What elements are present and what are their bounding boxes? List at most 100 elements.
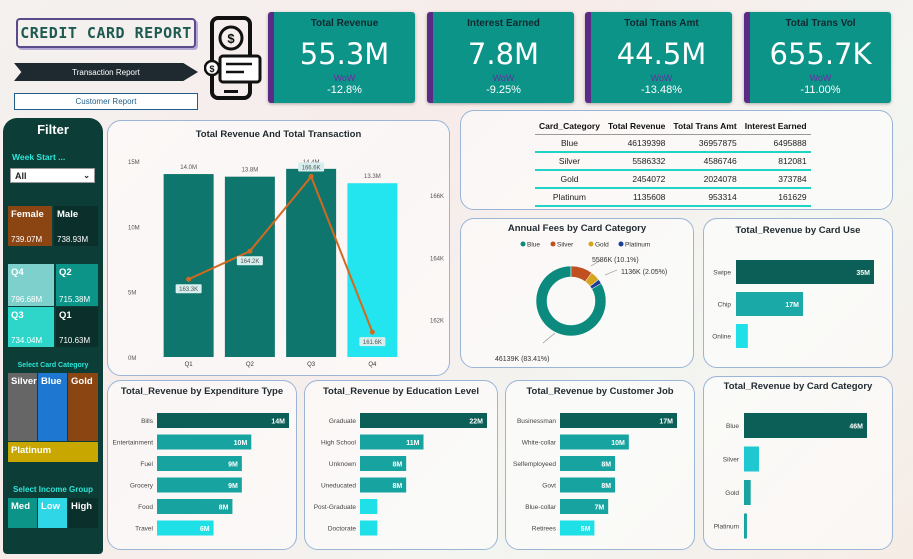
revenue-bar: [224, 176, 275, 357]
week-start-dropdown[interactable]: All ⌄: [10, 168, 95, 183]
kpi-change: -9.25%: [486, 84, 521, 96]
bar-data-label: 8M: [601, 483, 611, 490]
week-start-value: All: [15, 170, 27, 181]
bar-data-label: 8M: [601, 462, 611, 469]
card-category-chart-card: Total_Revenue by Card Category Blue 46M Si…: [703, 376, 893, 550]
category-label: Blue-collar: [525, 504, 557, 511]
income-low-tile[interactable]: Low: [38, 498, 67, 528]
category-label: Silver: [723, 457, 740, 464]
transaction-line: [188, 174, 374, 333]
category-label: Uneducated: [321, 483, 356, 490]
card-cat-silver-tile[interactable]: Silver: [8, 373, 37, 441]
bar-data-label: 10M: [611, 440, 625, 447]
category-label: Graduate: [329, 418, 356, 425]
kpi-title: Total Trans Amt: [624, 18, 699, 29]
table-cell: Silver: [535, 152, 604, 171]
x-axis-tick: Q4: [368, 362, 377, 368]
kpi-interest-earned: Interest Earned 7.8M WoW -9.25%: [427, 12, 574, 103]
bar-data-label: 22M: [469, 419, 483, 426]
right-axis-tick: 166K: [430, 194, 444, 200]
kpi-change: -12.8%: [327, 84, 362, 96]
job-chart-card: Total_Revenue by Customer Job Businessma…: [505, 380, 695, 550]
category-label: Gold: [725, 490, 739, 497]
transaction-report-button[interactable]: Transaction Report: [14, 63, 198, 81]
expenditure-chart-card: Total_Revenue by Expenditure Type Bills 1…: [107, 380, 297, 550]
transaction-point: [247, 248, 253, 254]
quarter-q4-tile[interactable]: Q4 796.68M: [8, 264, 54, 306]
bar: [744, 513, 747, 539]
card-category-label: Select Card Category: [17, 362, 89, 369]
donut-leader-line: [604, 269, 618, 276]
legend-label: Gold: [595, 242, 609, 249]
customer-report-button[interactable]: Customer Report: [14, 93, 198, 110]
bar-data-label: 5M: [581, 526, 591, 533]
table-cell: 4586746: [669, 152, 741, 171]
category-label: Chip: [718, 302, 732, 309]
revenue-bar: [163, 174, 214, 357]
category-label: Swipe: [713, 270, 731, 277]
job-chart-svg: Businessman 17M White-collar 10M Selfemploye…: [513, 413, 677, 536]
bar: [360, 413, 487, 428]
category-label: Bills: [141, 418, 154, 425]
donut-label: 46139K (83.41%): [495, 356, 549, 363]
table-cell: 2454072: [603, 170, 670, 189]
legend-label: Platinum: [625, 242, 650, 249]
bar: [736, 324, 748, 348]
tile-label: Med: [11, 501, 30, 512]
bar-data-label: 6M: [200, 526, 210, 533]
table-row: Blue 46139398 36957875 6495888: [535, 134, 811, 153]
card-cat-blue-tile[interactable]: Blue: [38, 373, 67, 441]
table-cell: 1135608: [603, 188, 670, 207]
card-cat-gold-tile[interactable]: Gold: [68, 373, 98, 441]
donut-label: 5586K (10.1%): [592, 257, 639, 264]
combo-chart-svg: 15M10M5M0M166K164K162K14.0MQ113.8MQ214.4…: [128, 160, 444, 368]
col-header[interactable]: Total Revenue: [603, 117, 670, 135]
col-header[interactable]: Total Trans Amt: [669, 117, 741, 135]
gender-male-tile[interactable]: Male 738.93M: [54, 206, 98, 246]
tile-value: 796.68M: [11, 295, 43, 304]
table-cell: 161629: [740, 188, 811, 207]
col-header[interactable]: Card_Category: [535, 117, 604, 135]
chevron-down-icon: ⌄: [83, 171, 90, 180]
tile-label: Female: [11, 209, 44, 220]
category-label: Entertainment: [113, 440, 154, 447]
bar-data-label: 7M: [594, 505, 604, 512]
card-use-chart-card: Total_Revenue by Card Use Swipe 35M Chip 17…: [703, 218, 893, 368]
legend-label: Silver: [557, 242, 574, 249]
table-cell: Gold: [535, 170, 604, 189]
table-cell: 2024078: [669, 170, 741, 189]
category-label: Selfemployeed: [513, 461, 556, 468]
line-data-label: 163.3K: [179, 287, 198, 293]
gender-female-tile[interactable]: Female 739.07M: [8, 206, 52, 246]
income-high-tile[interactable]: High: [68, 498, 98, 528]
legend-marker: [520, 241, 526, 247]
tile-label: Q4: [11, 267, 24, 278]
education-chart-svg: Graduate 22M High School 11M Unknown 8M Uneduc…: [314, 413, 487, 536]
bar-data-label: 14.0M: [180, 165, 197, 171]
table-cell: Platinum: [535, 188, 604, 207]
card-use-chart-svg: Swipe 35M Chip 17M Online: [712, 260, 874, 348]
bar-data-label: 13.8M: [242, 168, 259, 174]
tile-label: Low: [41, 501, 60, 512]
donut-chart-svg: Blue Silver Gold Platinum 5586K (10.1%) 1136K…: [495, 241, 667, 363]
annual-fees-donut-card: Annual Fees by Card Category Blue Silver G…: [460, 218, 694, 368]
kpi-change: -13.48%: [641, 84, 682, 96]
tile-label: Male: [57, 209, 79, 220]
kpi-change: -11.00%: [800, 84, 841, 96]
kpi-total-trans-vol: Total Trans Vol 655.7K WoW -11.00%: [744, 12, 891, 103]
kpi-title: Total Trans Vol: [785, 18, 856, 29]
card-cat-platinum-tile[interactable]: Platinum: [8, 442, 98, 462]
income-med-tile[interactable]: Med: [8, 498, 37, 528]
category-label: Blue: [726, 423, 739, 430]
table-cell: 812081: [740, 152, 811, 171]
right-axis-tick: 162K: [430, 319, 444, 325]
col-header[interactable]: Interest Earned: [740, 117, 811, 135]
kpi-total-revenue: Total Revenue 55.3M WoW -12.8%: [268, 12, 415, 103]
quarter-q3-tile[interactable]: Q3 734.04M: [8, 307, 54, 347]
quarter-q2-tile[interactable]: Q2 715.38M: [56, 264, 98, 306]
quarter-q1-tile[interactable]: Q1 710.63M: [56, 307, 98, 347]
bar-data-label: 8M: [392, 462, 402, 469]
report-title: CREDIT CARD REPORT: [16, 18, 196, 48]
tile-label: Q1: [59, 310, 72, 321]
left-axis-tick: 10M: [128, 225, 140, 231]
